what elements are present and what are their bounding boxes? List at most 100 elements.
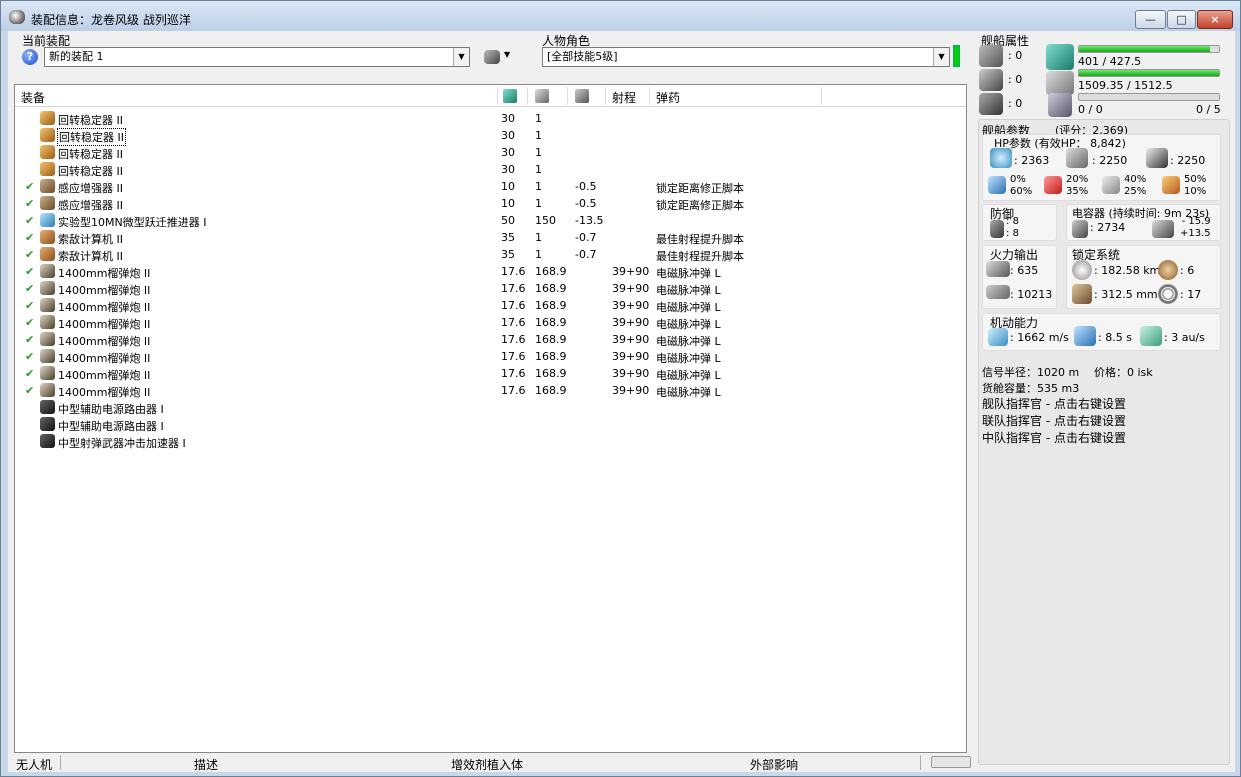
thermal-resist: 20% 35% [1066, 174, 1088, 198]
tab-drones[interactable]: 无人机 [16, 756, 52, 773]
max-velocity: : 1662 m/s [1010, 331, 1069, 344]
column-divider[interactable] [527, 87, 528, 105]
table-row[interactable]: ✔ 感应增强器 II 10 1 -0.5 锁定距离修正脚本 [15, 195, 966, 212]
table-row[interactable]: ✔ 1400mm榴弹炮 II 17.6 168.9 39+90 电磁脉冲弹 L [15, 314, 966, 331]
table-row[interactable]: ✔ 索敌计算机 II 35 1 -0.7 最佳射程提升脚本 [15, 246, 966, 263]
table-row[interactable]: 回转稳定器 II 30 1 [15, 127, 966, 146]
capacitor-rates: - 15.9 +13.5 [1180, 216, 1211, 240]
column-divider[interactable] [649, 87, 650, 105]
wing-commander[interactable]: 联队指挥官 - 点击右键设置 [982, 412, 1126, 429]
check-icon[interactable]: ✔ [25, 299, 34, 312]
column-divider[interactable] [821, 87, 822, 105]
check-icon[interactable]: ✔ [25, 350, 34, 363]
tab-boosters[interactable]: 增效剂植入体 [451, 756, 523, 773]
table-row[interactable]: ✔ 感应增强器 II 10 1 -0.5 锁定距离修正脚本 [15, 178, 966, 195]
fit-select[interactable]: 新的装配 1 ▼ [44, 47, 470, 67]
check-icon[interactable]: ✔ [25, 265, 34, 278]
table-row[interactable]: ✔ 1400mm榴弹炮 II 17.6 168.9 39+90 电磁脉冲弹 L [15, 263, 966, 280]
module-cpu: 17.6 [501, 282, 526, 295]
help-icon[interactable]: ? [22, 49, 38, 65]
table-row[interactable]: 中型辅助电源路由器 I [15, 416, 966, 433]
check-icon[interactable]: ✔ [25, 316, 34, 329]
scan-resolution-icon [1072, 284, 1092, 304]
table-row[interactable]: 中型射弹武器冲击加速器 I [15, 433, 966, 450]
equipment-list[interactable]: 装备 射程 弹药 回转稳定器 II 30 1 回转稳定器 II 30 1 回转稳定器 II 3… [14, 84, 967, 753]
col-ammo[interactable]: 弹药 [656, 89, 680, 106]
check-icon[interactable]: ✔ [25, 180, 34, 193]
calibration-bar [1078, 93, 1220, 101]
check-icon[interactable]: ✔ [25, 231, 34, 244]
check-icon[interactable]: ✔ [25, 214, 34, 227]
close-button[interactable]: × [1197, 10, 1233, 29]
table-row[interactable]: ✔ 1400mm榴弹炮 II 17.6 168.9 39+90 电磁脉冲弹 L [15, 382, 966, 399]
fleet-commander[interactable]: 舰队指挥官 - 点击右键设置 [982, 395, 1126, 412]
squad-commander[interactable]: 中队指挥官 - 点击右键设置 [982, 429, 1126, 446]
check-icon[interactable]: ✔ [25, 197, 34, 210]
calibration-used: 0 / 0 [1078, 103, 1103, 116]
sensor-strength-icon [1158, 284, 1178, 304]
column-divider[interactable] [605, 87, 606, 105]
column-divider[interactable] [567, 87, 568, 105]
table-row[interactable]: ✔ 1400mm榴弹炮 II 17.6 168.9 39+90 电磁脉冲弹 L [15, 280, 966, 297]
module-icon [40, 145, 55, 159]
max-velocity-value: 1662 m/s [1017, 331, 1069, 344]
tab-description[interactable]: 描述 [194, 756, 218, 773]
tab-external[interactable]: 外部影响 [750, 756, 798, 773]
check-icon[interactable]: ✔ [25, 384, 34, 397]
module-cpu: 17.6 [501, 333, 526, 346]
table-row[interactable]: 回转稳定器 II 30 1 [15, 110, 966, 127]
align-time: : 8.5 s [1098, 331, 1132, 344]
module-capacitor: -0.7 [575, 231, 597, 244]
table-row[interactable]: ✔ 实验型10MN微型跃迁推进器 I 50 150 -13.5 [15, 212, 966, 229]
check-icon[interactable]: ✔ [25, 248, 34, 261]
character-select[interactable]: [全部技能5级] ▼ [542, 47, 950, 67]
warp-speed-icon [1140, 326, 1162, 346]
cpu-icon[interactable] [503, 89, 517, 103]
table-row[interactable]: ✔ 索敌计算机 II 35 1 -0.7 最佳射程提升脚本 [15, 229, 966, 246]
table-row[interactable]: 回转稳定器 II 30 1 [15, 144, 966, 161]
col-equipment[interactable]: 装备 [21, 89, 45, 106]
ship-panel: 舰船属性 : 0 : 0 : 0 401 / 427.5 1509.35 / 1… [974, 31, 1235, 766]
powergrid-value: 1509.35 / 1512.5 [1078, 79, 1173, 92]
divider [920, 755, 921, 770]
title-bar[interactable]: 装配信息：龙卷风级 战列巡洋 — □ × [1, 1, 1240, 31]
table-row[interactable]: ✔ 1400mm榴弹炮 II 17.6 168.9 39+90 电磁脉冲弹 L [15, 297, 966, 314]
powergrid-icon[interactable] [535, 89, 549, 103]
check-icon[interactable]: ✔ [25, 367, 34, 380]
table-row[interactable]: ✔ 1400mm榴弹炮 II 17.6 168.9 39+90 电磁脉冲弹 L [15, 365, 966, 382]
minimize-button[interactable]: — [1135, 10, 1166, 29]
kinetic-shield: 40% [1124, 174, 1147, 185]
module-powergrid: 150 [535, 214, 556, 227]
module-icon [40, 400, 55, 414]
module-cpu: 30 [501, 129, 515, 142]
table-row[interactable]: 回转稳定器 II 30 1 [15, 161, 966, 178]
velocity-icon [988, 328, 1008, 346]
capacitor-icon[interactable] [575, 89, 589, 103]
table-row[interactable]: ✔ 1400mm榴弹炮 II 17.6 168.9 39+90 电磁脉冲弹 L [15, 348, 966, 365]
armor-icon [1066, 148, 1088, 168]
module-icon [40, 128, 55, 142]
volley-value: 10213 [1017, 288, 1053, 301]
module-ammo: 电磁脉冲弹 L [656, 267, 721, 280]
module-name: 中型辅助电源路由器 I [58, 420, 164, 433]
check-icon[interactable]: ✔ [25, 282, 34, 295]
module-icon [40, 196, 55, 210]
cpu-bar [1078, 45, 1220, 53]
armor-hp-value: 2250 [1099, 154, 1128, 167]
targeting-range-icon [1072, 260, 1092, 280]
explosive-shield: 50% [1184, 174, 1207, 185]
maximize-button[interactable]: □ [1167, 10, 1196, 29]
turret-hardpoints: : 0 [1008, 49, 1023, 62]
resize-grip-button[interactable] [931, 756, 971, 768]
col-range[interactable]: 射程 [612, 89, 636, 106]
module-cpu: 10 [501, 180, 515, 193]
table-row[interactable]: ✔ 1400mm榴弹炮 II 17.6 168.9 39+90 电磁脉冲弹 L [15, 331, 966, 348]
fitting-window: 装配信息：龙卷风级 战列巡洋 — □ × 当前装配 ? 新的装配 1 ▼ ▼ 人… [0, 0, 1241, 777]
table-row[interactable]: 中型辅助电源路由器 I [15, 399, 966, 416]
column-divider[interactable] [497, 87, 498, 105]
capacitor-usage: - 15.9 [1181, 216, 1211, 227]
dps-icon [986, 261, 1010, 277]
module-ammo: 电磁脉冲弹 L [656, 352, 721, 365]
check-icon[interactable]: ✔ [25, 333, 34, 346]
ship-menu-button[interactable]: ▼ [480, 48, 520, 68]
